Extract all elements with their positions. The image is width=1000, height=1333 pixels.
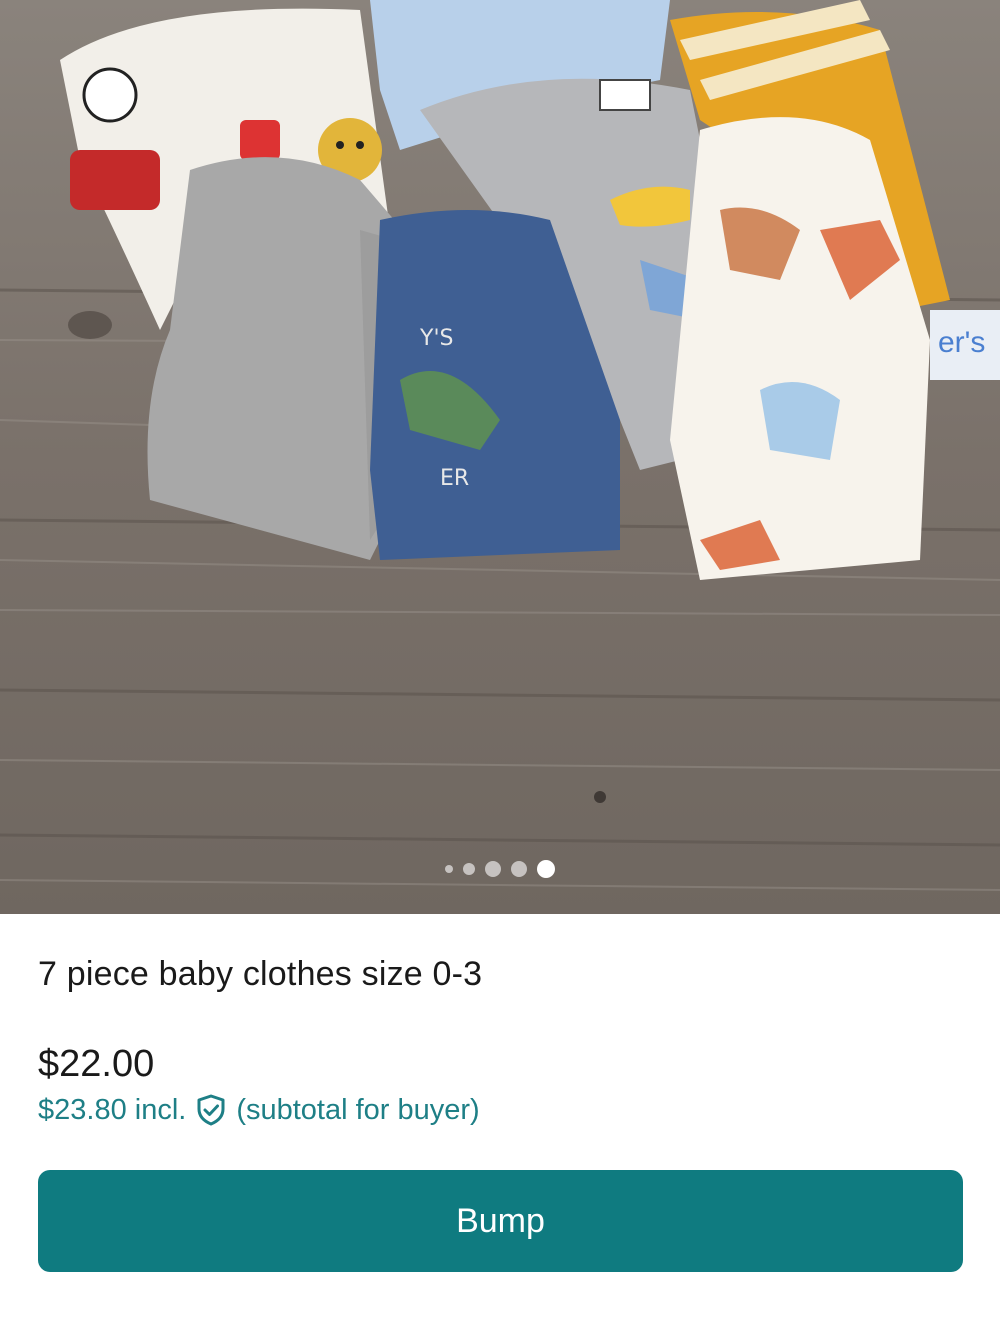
listing-price: $22.00: [38, 1043, 155, 1085]
gallery-dot-4[interactable]: [511, 861, 527, 877]
svg-text:Y'S: Y'S: [419, 326, 453, 351]
gallery-dot-3[interactable]: [485, 861, 501, 877]
bump-button[interactable]: Bump: [38, 1170, 963, 1272]
gallery-dot-1[interactable]: [445, 865, 453, 873]
svg-text:ER: ER: [440, 466, 469, 491]
buyer-price-line[interactable]: $23.80 incl. (subtotal for buyer): [38, 1093, 480, 1127]
gallery-dot-5-active[interactable]: [537, 860, 555, 878]
buyer-price-note: (subtotal for buyer): [236, 1093, 480, 1126]
listing-screen: Y'S ER er's 7 piece baby clothes size 0-…: [0, 0, 1000, 1333]
gallery-pagination[interactable]: [0, 858, 1000, 880]
gallery-dot-2[interactable]: [463, 863, 475, 875]
buyer-price: $23.80 incl.: [38, 1093, 187, 1126]
svg-text:er's: er's: [938, 326, 985, 359]
listing-photo[interactable]: Y'S ER er's: [0, 0, 1000, 914]
shield-check-icon[interactable]: [194, 1093, 228, 1127]
listing-photo-image: Y'S ER er's: [0, 0, 1000, 914]
listing-title: 7 piece baby clothes size 0-3: [38, 955, 483, 993]
